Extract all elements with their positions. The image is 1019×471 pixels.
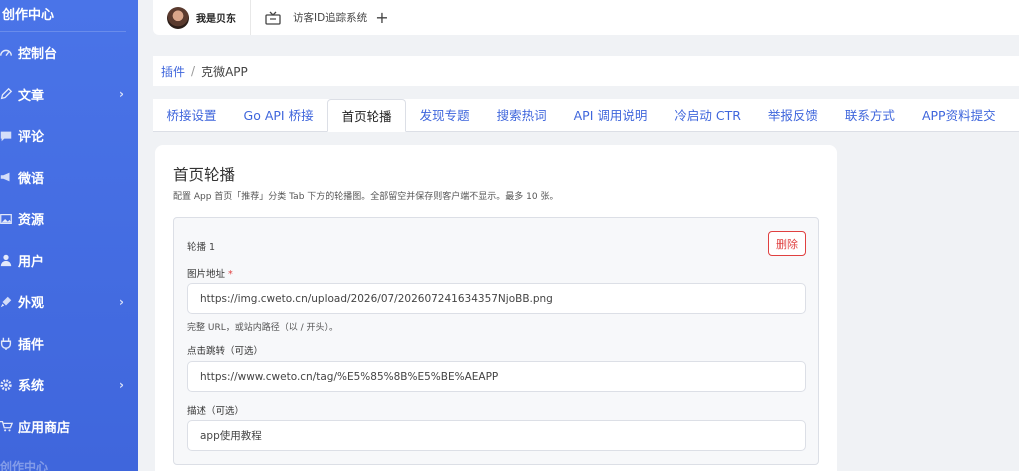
sidebar-item-articles[interactable]: 文章 › [0, 74, 138, 116]
sidebar-item-label: 插件 [18, 337, 45, 353]
sidebar-brand: 创作中心 [0, 0, 126, 32]
sidebar-item-label: 控制台 [18, 47, 58, 63]
tab-go-api-bridge[interactable]: Go API 桥接 [230, 98, 327, 131]
tab-reports[interactable]: 举报反馈 [754, 98, 831, 131]
open-tab-visitor-tracking[interactable]: 访客ID追踪系统 [293, 10, 367, 25]
sidebar-item-plugins[interactable]: 插件 [0, 323, 138, 365]
sidebar-item-label: 用户 [18, 254, 45, 270]
link-url-input[interactable]: https://www.cweto.cn/tag/%E5%85%8B%E5%BE… [187, 361, 806, 392]
tv-icon [265, 11, 281, 25]
plug-icon [0, 335, 14, 351]
sidebar-item-system[interactable]: 系统 › [0, 364, 138, 406]
tab-api-docs[interactable]: API 调用说明 [560, 98, 661, 131]
pen-icon [0, 86, 14, 102]
avatar [167, 6, 189, 29]
description-label: 描述（可选） [187, 406, 245, 417]
tab-home-carousel[interactable]: 首页轮播 [327, 99, 407, 132]
image-url-label: 图片地址 * [187, 266, 233, 280]
comment-icon [0, 128, 14, 144]
open-tabs: 访客ID追踪系统 + [251, 9, 389, 26]
sidebar-item-dashboard[interactable]: 控制台 [0, 32, 138, 74]
page-description: 配置 App 首页「推荐」分类 Tab 下方的轮播图。全部留空并保存则客户端不显… [173, 192, 559, 202]
description-input[interactable]: app使用教程 [187, 420, 806, 451]
slide-label: 轮播 1 [187, 242, 216, 253]
sidebar-item-label: 资源 [18, 213, 45, 229]
sidebar-nav: 控制台 文章 › 评论 微语 资源 用户 外观 › 插件 系统 › 应用商店 [0, 32, 138, 447]
add-tab-button[interactable]: + [375, 9, 388, 26]
carousel-slide-item: 轮播 1 删除 图片地址 * https://img.cweto.cn/uplo… [173, 217, 819, 465]
sidebar-item-label: 系统 [18, 379, 45, 395]
image-url-label-text: 图片地址 [187, 269, 226, 280]
sidebar-item-app-store[interactable]: 应用商店 [0, 406, 138, 448]
chevron-right-icon: › [119, 294, 124, 309]
chevron-right-icon: › [119, 87, 124, 102]
dashboard-icon [0, 45, 14, 61]
user-icon [0, 252, 14, 268]
user-menu[interactable]: 我是贝东 [153, 0, 251, 35]
tab-bridge-settings[interactable]: 桥接设置 [153, 98, 230, 131]
tab-hot-search[interactable]: 搜索热词 [483, 98, 560, 131]
top-bar: 我是贝东 访客ID追踪系统 + [153, 0, 1019, 35]
megaphone-icon [0, 169, 14, 185]
breadcrumb-current: 克微APP [201, 64, 248, 79]
image-url-input[interactable]: https://img.cweto.cn/upload/2026/07/2026… [187, 283, 806, 314]
chevron-right-icon: › [119, 377, 124, 392]
sidebar-item-comments[interactable]: 评论 [0, 115, 138, 157]
gear-icon [0, 377, 14, 393]
sidebar-item-users[interactable]: 用户 [0, 240, 138, 282]
breadcrumb-plugins-link[interactable]: 插件 [161, 63, 185, 80]
sidebar-item-micro[interactable]: 微语 [0, 157, 138, 199]
tab-cold-start-ctr[interactable]: 冷启动 CTR [661, 98, 755, 131]
required-mark: * [228, 269, 233, 280]
link-url-label: 点击跳转（可选） [187, 346, 264, 357]
sidebar-item-label: 文章 [18, 88, 45, 104]
breadcrumb-separator: / [191, 64, 196, 78]
tab-discover-topics[interactable]: 发现专题 [406, 98, 483, 131]
delete-button[interactable]: 删除 [768, 231, 806, 256]
image-url-hint: 完整 URL，或站内路径（以 / 开头）。 [187, 323, 338, 333]
sidebar-item-label: 应用商店 [18, 420, 71, 436]
image-icon [0, 211, 14, 227]
sidebar-item-resources[interactable]: 资源 [0, 198, 138, 240]
sidebar-cut-off-item: 创作中心 [0, 460, 49, 471]
page-title: 首页轮播 [173, 166, 236, 184]
breadcrumb: 插件 / 克微APP [153, 56, 1019, 86]
user-name: 我是贝东 [196, 14, 236, 25]
sidebar-item-label: 微语 [18, 171, 45, 187]
sidebar-item-appearance[interactable]: 外观 › [0, 281, 138, 323]
cart-icon [0, 418, 14, 434]
carousel-settings-card: 首页轮播 配置 App 首页「推荐」分类 Tab 下方的轮播图。全部留空并保存则… [155, 145, 837, 471]
brush-icon [0, 294, 14, 310]
settings-tabs: 桥接设置 Go API 桥接 首页轮播 发现专题 搜索热词 API 调用说明 冷… [153, 99, 1019, 132]
tab-contact[interactable]: 联系方式 [831, 98, 908, 131]
sidebar-item-label: 外观 [18, 296, 45, 312]
sidebar-item-label: 评论 [18, 130, 45, 146]
sidebar: 创作中心 控制台 文章 › 评论 微语 资源 用户 外观 › 插件 系统 › 应… [0, 0, 138, 471]
tab-app-submission[interactable]: APP资料提交 [908, 98, 1009, 131]
